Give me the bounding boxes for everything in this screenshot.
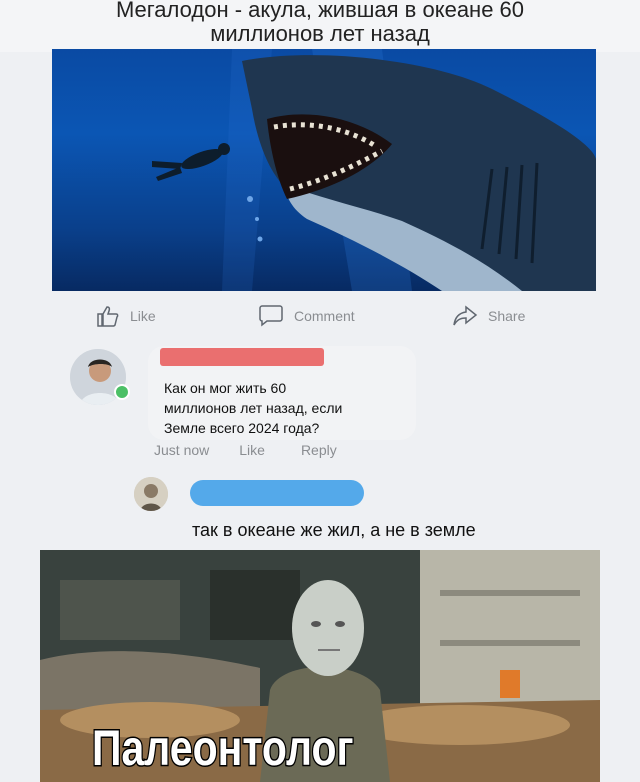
online-status-indicator: [114, 384, 130, 400]
megalodon-photo: [52, 49, 596, 291]
reply-avatar-image: [134, 477, 168, 511]
comment-button[interactable]: Comment: [258, 304, 355, 328]
comment-text: Как он мог жить 60 миллионов лет назад, …: [164, 380, 343, 436]
comment-like-link[interactable]: Like: [239, 442, 265, 458]
caption-line-1: Мегалодон - акула, жившая в океане 60: [115, 0, 525, 22]
redacted-reply-username: [190, 480, 364, 506]
redacted-username: [160, 348, 324, 366]
meme-caption-header: Мегалодон - акула, жившая в океане 60 ми…: [0, 0, 640, 52]
like-button[interactable]: Like: [96, 304, 156, 328]
comment-reply-link[interactable]: Reply: [301, 442, 337, 458]
share-label: Share: [488, 308, 526, 324]
comment-timestamp: Just now: [154, 442, 210, 458]
meme-caption-paleontologist: Палеонтолог: [91, 719, 355, 778]
share-button[interactable]: Share: [452, 304, 525, 328]
thumbs-up-icon: [96, 305, 120, 327]
comment-bubble-icon: [258, 305, 284, 327]
caption-line-2: миллионов лет назад: [210, 21, 430, 46]
comment-meta: Just now Like Reply: [154, 442, 337, 458]
like-label: Like: [130, 308, 156, 324]
megalodon-illustration: [152, 49, 596, 291]
reply-avatar[interactable]: [134, 477, 168, 511]
comment-label: Comment: [294, 308, 355, 324]
share-arrow-icon: [452, 305, 478, 327]
post-actions-bar: Like Comment Share: [0, 296, 640, 336]
reply-comment-text: так в океане же жил, а не в земле: [192, 520, 476, 540]
